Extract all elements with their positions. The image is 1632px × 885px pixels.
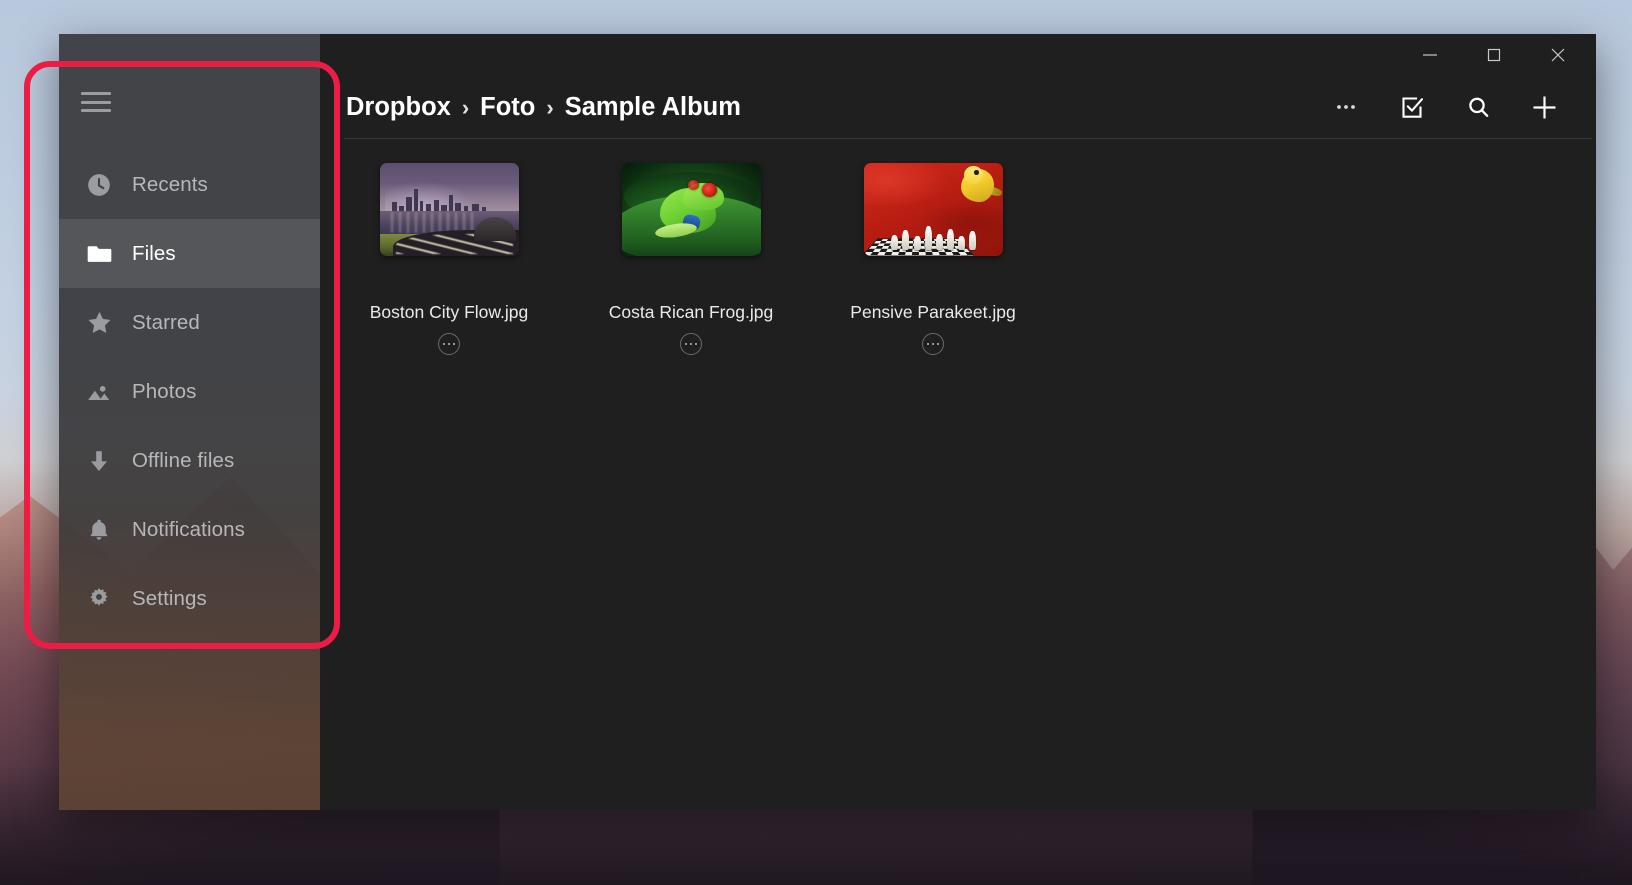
dropbox-app-window: Recents Files Starred Photos Offline fil… [59,34,1596,810]
parakeet-with-chess-set-image [863,163,1003,256]
download-icon [82,444,116,478]
search-button[interactable] [1446,79,1510,135]
close-icon [1551,48,1565,62]
desktop-background: Recents Files Starred Photos Offline fil… [0,0,1632,885]
window-titlebar [320,34,1596,82]
sidebar-item-label: Notifications [132,517,245,541]
plus-icon [1533,96,1555,118]
bell-icon [82,513,116,547]
breadcrumb: Dropbox › Foto › Sample Album [346,93,741,122]
more-options-button[interactable] [1314,79,1378,135]
file-item-pensive-parakeet[interactable]: Pensive Parakeet.jpg [812,159,1054,355]
file-grid: Boston City Flow.jpg Costa Rican Frog.jp… [320,139,1596,810]
sidebar-item-label: Offline files [132,448,235,472]
main-content-area: Dropbox › Foto › Sample Album Boston Cit… [320,34,1596,810]
sidebar-item-label: Starred [132,310,200,334]
sidebar-item-photos[interactable]: Photos [59,357,320,426]
checkbox-select-icon [1401,96,1423,118]
breadcrumb-item-root[interactable]: Dropbox [346,93,451,122]
breadcrumb-toolbar-row: Dropbox › Foto › Sample Album [320,76,1596,138]
hamburger-line [81,92,111,95]
file-name-label: Boston City Flow.jpg [369,302,529,322]
file-more-options-icon[interactable] [922,333,944,355]
sidebar-item-label: Settings [132,586,207,610]
sidebar-item-recents[interactable]: Recents [59,150,320,219]
file-more-options-icon[interactable] [680,333,702,355]
green-tree-frog-on-leaf-image [621,163,761,256]
breadcrumb-separator-icon: › [461,94,470,120]
breadcrumb-item-foto[interactable]: Foto [480,93,535,122]
sidebar-item-files[interactable]: Files [59,219,320,288]
star-icon [82,306,116,340]
sidebar-item-label: Files [132,241,176,265]
file-thumbnail[interactable] [379,163,519,256]
file-name-label: Costa Rican Frog.jpg [608,302,774,322]
sidebar-header [59,70,320,134]
content-toolbar [1314,79,1586,135]
more-icon [1337,105,1355,109]
navigation-sidebar: Recents Files Starred Photos Offline fil… [59,34,320,810]
boston-city-night-skyline-image [379,163,519,256]
breadcrumb-item-current[interactable]: Sample Album [565,93,741,122]
search-icon [1468,97,1488,117]
sidebar-item-label: Photos [132,379,197,403]
minimize-icon [1423,54,1437,56]
select-items-button[interactable] [1380,79,1444,135]
file-item-costa-rican-frog[interactable]: Costa Rican Frog.jpg [570,159,812,355]
maximize-icon [1487,48,1501,62]
minimize-button[interactable] [1398,34,1462,76]
gear-icon [82,582,116,616]
add-new-button[interactable] [1512,79,1576,135]
clock-icon [82,168,116,202]
file-name-label: Pensive Parakeet.jpg [850,302,1016,322]
sidebar-item-offline-files[interactable]: Offline files [59,426,320,495]
file-thumbnail[interactable] [863,163,1003,256]
file-thumbnail[interactable] [621,163,761,256]
file-item-boston-city-flow[interactable]: Boston City Flow.jpg [328,159,570,355]
hamburger-menu-icon[interactable] [81,92,111,112]
hamburger-line [81,100,111,104]
sidebar-item-starred[interactable]: Starred [59,288,320,357]
file-more-options-icon[interactable] [438,333,460,355]
sidebar-item-settings[interactable]: Settings [59,564,320,633]
hamburger-line [81,109,111,112]
photo-icon [82,375,116,409]
sidebar-nav-list: Recents Files Starred Photos Offline fil… [59,150,320,633]
folder-icon [82,237,116,271]
breadcrumb-separator-icon: › [546,94,554,120]
close-button[interactable] [1526,34,1590,76]
sidebar-item-label: Recents [132,172,208,196]
sidebar-item-notifications[interactable]: Notifications [59,495,320,564]
maximize-button[interactable] [1462,34,1526,76]
